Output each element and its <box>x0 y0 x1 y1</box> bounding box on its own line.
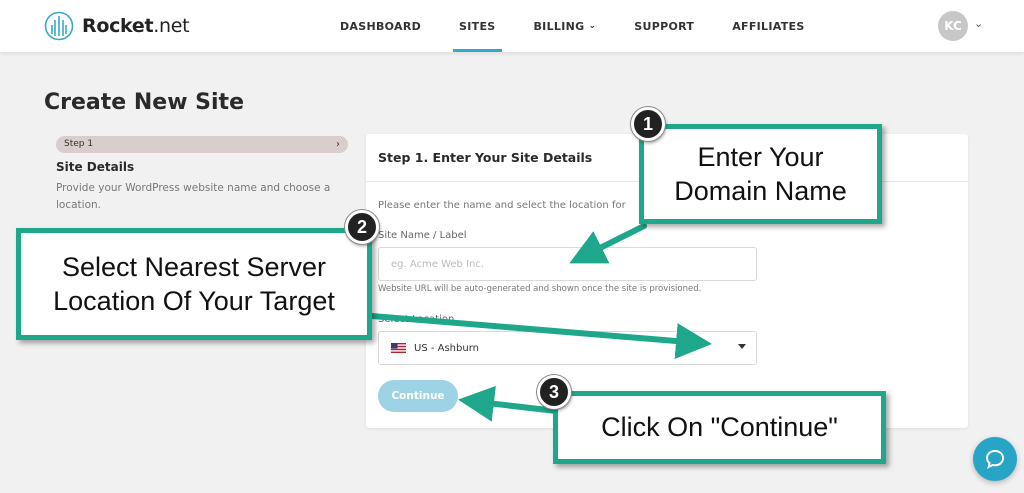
chat-bubble-icon <box>985 449 1005 469</box>
step-number-badge-3: 3 <box>537 375 571 409</box>
step-number-badge-2: 2 <box>345 210 379 244</box>
arrow-to-location-select <box>369 313 712 359</box>
callout-select-location: Select Nearest Server Location Of Your Ta… <box>16 228 372 340</box>
callout-click-continue: Click On "Continue" <box>553 391 886 464</box>
callout-enter-domain: Enter Your Domain Name <box>639 124 882 224</box>
step-number-badge-1: 1 <box>631 107 665 141</box>
chat-widget-button[interactable] <box>973 437 1017 481</box>
arrow-to-name-input <box>569 223 647 264</box>
